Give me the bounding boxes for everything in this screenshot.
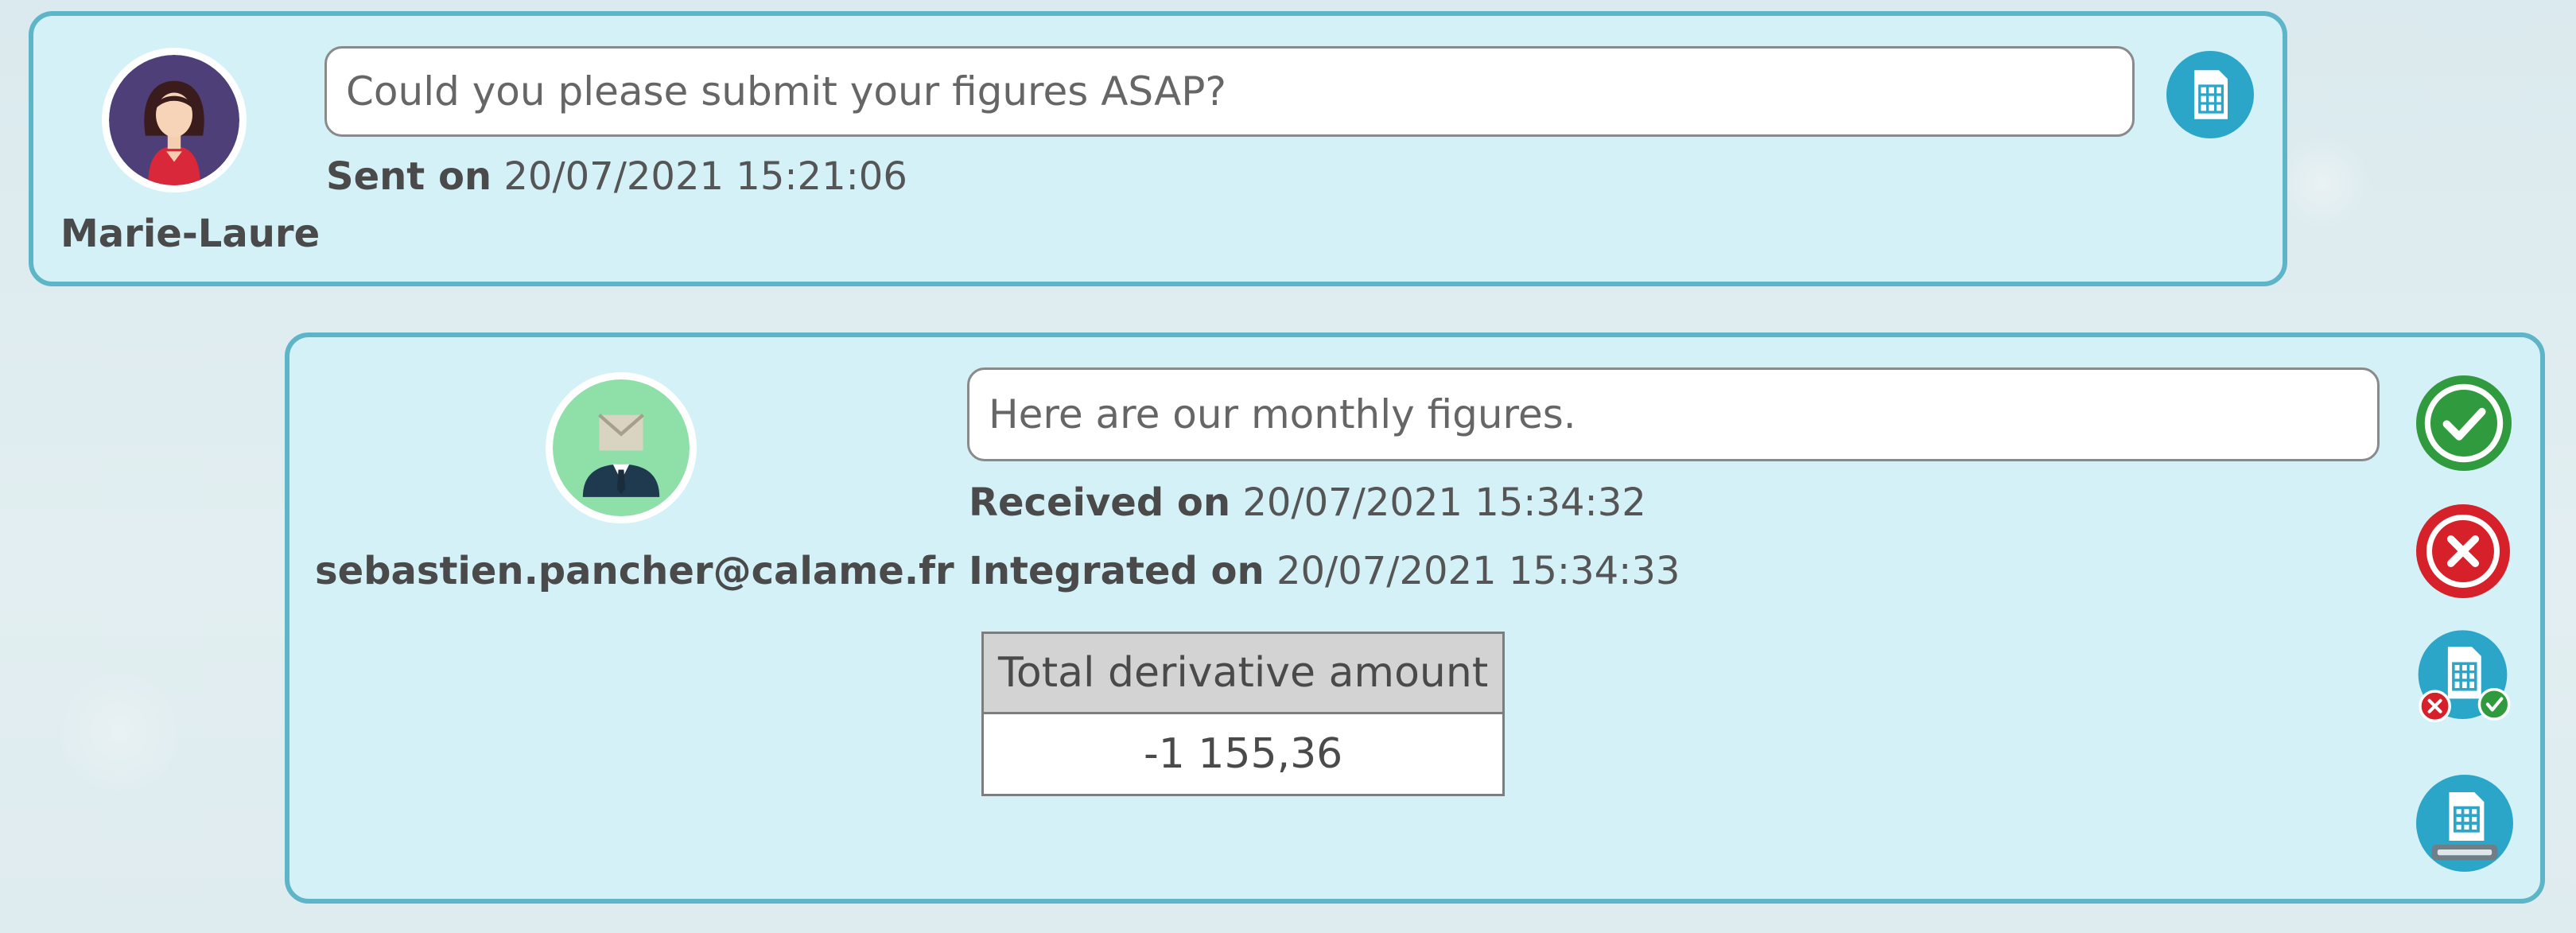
table-cell: -1 155,36 [981, 712, 1506, 796]
table-row: -1 155,36 [981, 712, 1506, 796]
received-label: Received on [969, 480, 1231, 525]
table-header-row: Total derivative amount [981, 632, 1506, 714]
sender-avatar [102, 48, 247, 192]
sender-avatar [546, 372, 697, 523]
sender-name: sebastien.pancher@calame.fr [315, 549, 954, 593]
spreadsheet-numbers-icon [2416, 775, 2513, 872]
message-card-received: sebastien.pancher@calame.fr Here are our… [285, 332, 2545, 904]
spreadsheet-validation-button[interactable] [2415, 628, 2516, 730]
sent-value: 20/07/2021 15:21:06 [503, 154, 907, 199]
reject-button[interactable] [2416, 504, 2510, 598]
received-timestamp: Received on 20/07/2021 15:34:32 [969, 480, 1646, 525]
message-text-box: Could you please submit your figures ASA… [324, 46, 2135, 137]
sent-timestamp: Sent on 20/07/2021 15:21:06 [326, 154, 907, 199]
received-value: 20/07/2021 15:34:32 [1242, 480, 1646, 525]
sent-label: Sent on [326, 154, 492, 199]
spreadsheet-numbers-button[interactable] [2416, 775, 2513, 872]
integrated-label: Integrated on [969, 549, 1265, 593]
integrated-value: 20/07/2021 15:34:33 [1276, 549, 1680, 593]
woman-avatar-icon [109, 55, 239, 185]
totals-table: Total derivative amount -1 155,36 [981, 632, 1506, 796]
approve-check-icon [2416, 375, 2512, 471]
integrated-timestamp: Integrated on 20/07/2021 15:34:33 [969, 549, 1680, 593]
table-header-cell: Total derivative amount [981, 632, 1506, 714]
spreadsheet-button[interactable] [2166, 51, 2254, 138]
approve-button[interactable] [2416, 375, 2512, 471]
spreadsheet-icon [2166, 51, 2254, 138]
sender-name: Marie-Laure [60, 212, 321, 256]
businessman-envelope-avatar-icon [553, 379, 690, 516]
spreadsheet-validation-icon [2418, 630, 2511, 723]
message-card-sent: Marie-Laure Could you please submit your… [29, 11, 2287, 286]
message-text-box: Here are our monthly figures. [967, 367, 2380, 461]
reject-x-icon [2416, 504, 2510, 598]
